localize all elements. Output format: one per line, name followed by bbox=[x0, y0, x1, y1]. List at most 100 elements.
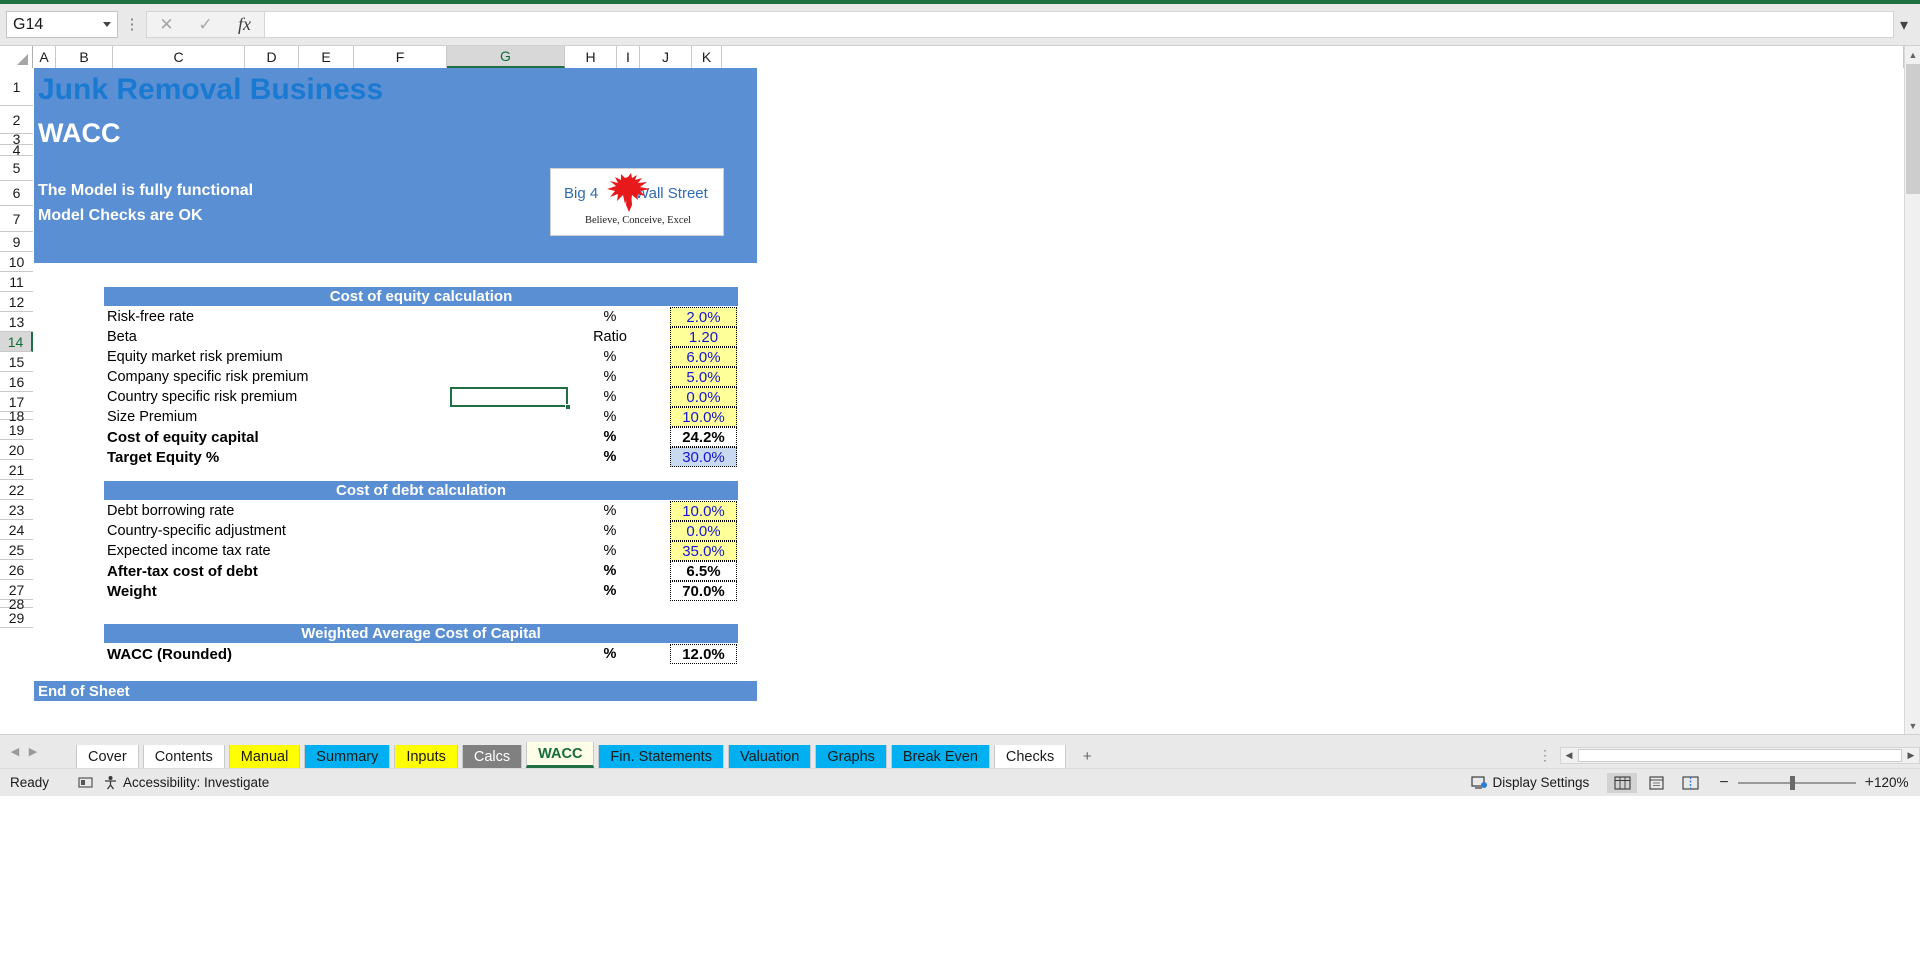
eagle-icon bbox=[607, 173, 650, 212]
accessibility-label: Accessibility: Investigate bbox=[123, 775, 270, 790]
zoom-slider-track bbox=[1737, 781, 1856, 784]
chevron-down-icon[interactable] bbox=[103, 22, 111, 27]
row-header-1[interactable]: 1 bbox=[0, 68, 33, 106]
value-cell[interactable]: 24.2% bbox=[670, 427, 737, 447]
add-sheet-button[interactable]: + bbox=[1074, 745, 1100, 768]
row-header-15[interactable]: 15 bbox=[0, 352, 33, 372]
row-header-22[interactable]: 22 bbox=[0, 480, 33, 500]
row-header-13[interactable]: 13 bbox=[0, 312, 33, 332]
horizontal-scrollbar[interactable]: ◀ ▶ bbox=[1560, 747, 1920, 764]
row-label: Cost of equity capital bbox=[107, 428, 259, 446]
scroll-right-icon[interactable]: ▶ bbox=[1903, 748, 1919, 763]
zoom-slider[interactable] bbox=[1737, 775, 1856, 790]
row-header-16[interactable]: 16 bbox=[0, 372, 33, 392]
page-break-icon[interactable] bbox=[1675, 773, 1705, 793]
scroll-down-icon[interactable]: ▼ bbox=[1905, 717, 1920, 734]
row-header-18[interactable]: 18 bbox=[0, 408, 33, 424]
sheet-tab-break-even[interactable]: Break Even bbox=[890, 745, 990, 768]
row-header-9[interactable]: 9 bbox=[0, 232, 33, 252]
vertical-scroll-thumb[interactable] bbox=[1906, 64, 1920, 194]
input-cell[interactable]: 35.0% bbox=[670, 541, 737, 561]
row-header-11[interactable]: 11 bbox=[0, 272, 33, 292]
expand-formula-bar-icon[interactable]: ▾ bbox=[1894, 11, 1914, 38]
value-cell[interactable]: 30.0% bbox=[670, 447, 737, 467]
column-header-c[interactable]: C bbox=[113, 46, 245, 68]
row-header-29[interactable]: 29 bbox=[0, 608, 33, 628]
column-header-f[interactable]: F bbox=[354, 46, 447, 68]
formula-bar-options-icon[interactable]: ⋮ bbox=[124, 17, 140, 32]
row-label: Size Premium bbox=[107, 409, 198, 425]
column-header-a[interactable]: A bbox=[33, 46, 56, 68]
value-cell[interactable]: 12.0% bbox=[670, 644, 737, 664]
column-header-j[interactable]: J bbox=[640, 46, 692, 68]
fill-handle[interactable] bbox=[565, 404, 571, 410]
scroll-left-icon[interactable]: ◀ bbox=[1561, 748, 1577, 763]
sheet-tab-manual[interactable]: Manual bbox=[228, 745, 301, 768]
sheet-tab-checks[interactable]: Checks bbox=[993, 745, 1067, 768]
column-header-e[interactable]: E bbox=[299, 46, 354, 68]
row-header-19[interactable]: 19 bbox=[0, 420, 33, 440]
column-header-i[interactable]: I bbox=[617, 46, 640, 68]
row-header-10[interactable]: 10 bbox=[0, 252, 33, 272]
row-header-21[interactable]: 21 bbox=[0, 460, 33, 480]
confirm-icon[interactable]: ✓ bbox=[186, 12, 225, 37]
column-header-k[interactable]: K bbox=[692, 46, 722, 68]
scroll-up-icon[interactable]: ▲ bbox=[1905, 46, 1920, 63]
select-all-corner[interactable] bbox=[0, 46, 33, 68]
column-header-d[interactable]: D bbox=[245, 46, 299, 68]
input-cell[interactable]: 10.0% bbox=[670, 501, 737, 521]
sheet-tab-summary[interactable]: Summary bbox=[304, 745, 391, 768]
input-cell[interactable]: 1.20 bbox=[670, 327, 737, 347]
macro-record-icon[interactable] bbox=[78, 775, 93, 790]
input-cell[interactable]: 6.0% bbox=[670, 347, 737, 367]
zoom-out-button[interactable]: − bbox=[1719, 774, 1728, 792]
row-header-7[interactable]: 7 bbox=[0, 206, 33, 232]
column-header-h[interactable]: H bbox=[565, 46, 617, 68]
sheet-tab-calcs[interactable]: Calcs bbox=[461, 745, 523, 768]
sheet-tab-wacc[interactable]: WACC bbox=[526, 742, 595, 768]
tab-overflow-icon[interactable]: ⋮ bbox=[1538, 747, 1560, 768]
column-header-b[interactable]: B bbox=[56, 46, 113, 68]
normal-view-icon[interactable] bbox=[1607, 772, 1638, 793]
zoom-slider-knob[interactable] bbox=[1789, 775, 1795, 790]
row-header-23[interactable]: 23 bbox=[0, 500, 33, 520]
row-header-6[interactable]: 6 bbox=[0, 181, 33, 206]
row-header-20[interactable]: 20 bbox=[0, 440, 33, 460]
zoom-in-button[interactable]: + bbox=[1865, 774, 1874, 792]
input-cell[interactable]: 10.0% bbox=[670, 407, 737, 427]
row-header-4[interactable]: 4 bbox=[0, 142, 33, 158]
row-header-14[interactable]: 14 bbox=[0, 332, 33, 352]
selected-cell-g14[interactable] bbox=[450, 387, 568, 407]
display-settings-button[interactable]: Display Settings bbox=[1470, 775, 1589, 790]
page-layout-icon[interactable] bbox=[1641, 773, 1671, 793]
value-cell[interactable]: 70.0% bbox=[670, 581, 737, 601]
horizontal-scroll-thumb[interactable] bbox=[1578, 749, 1902, 762]
name-box[interactable]: G14 bbox=[6, 11, 118, 38]
sheet-tab-valuation[interactable]: Valuation bbox=[727, 745, 812, 768]
insert-function-icon[interactable]: fx bbox=[225, 12, 264, 37]
row-header-26[interactable]: 26 bbox=[0, 560, 33, 580]
sheet-tab-graphs[interactable]: Graphs bbox=[815, 745, 887, 768]
row-header-24[interactable]: 24 bbox=[0, 520, 33, 540]
row-header-5[interactable]: 5 bbox=[0, 156, 33, 181]
sheet-tab-inputs[interactable]: Inputs bbox=[394, 745, 458, 768]
column-header-g[interactable]: G bbox=[447, 46, 565, 68]
last-sheet-icon[interactable]: ▶ bbox=[24, 741, 42, 763]
cancel-icon[interactable]: ✕ bbox=[147, 12, 186, 37]
row-header-28[interactable]: 28 bbox=[0, 596, 33, 612]
row-header-2[interactable]: 2 bbox=[0, 106, 33, 134]
input-cell[interactable]: 0.0% bbox=[670, 387, 737, 407]
input-cell[interactable]: 2.0% bbox=[670, 307, 737, 327]
sheet-tab-cover[interactable]: Cover bbox=[76, 745, 139, 768]
row-header-25[interactable]: 25 bbox=[0, 540, 33, 560]
value-cell[interactable]: 6.5% bbox=[670, 561, 737, 581]
row-header-12[interactable]: 12 bbox=[0, 292, 33, 312]
sheet-tab-fin-statements[interactable]: Fin. Statements bbox=[598, 745, 724, 768]
formula-input[interactable] bbox=[264, 11, 1894, 38]
sheet-tab-contents[interactable]: Contents bbox=[142, 745, 225, 768]
first-sheet-icon[interactable]: ◀ bbox=[6, 741, 24, 763]
vertical-scrollbar[interactable]: ▲ ▼ bbox=[1904, 46, 1920, 734]
accessibility-status[interactable]: Accessibility: Investigate bbox=[103, 775, 269, 790]
input-cell[interactable]: 5.0% bbox=[670, 367, 737, 387]
input-cell[interactable]: 0.0% bbox=[670, 521, 737, 541]
